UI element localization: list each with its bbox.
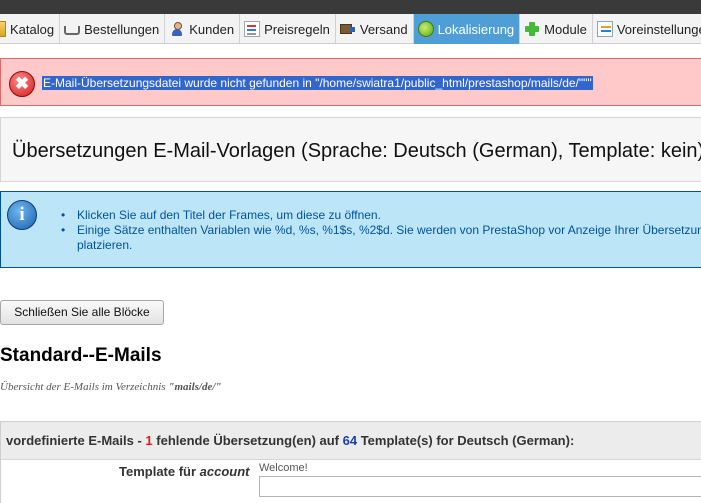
info-item: Klicken Sie auf den Titel der Frames, um… [61, 208, 701, 223]
error-icon: ✖ [9, 71, 35, 97]
close-all-blocks-button[interactable]: Schließen Sie alle Blöcke [0, 300, 164, 325]
preferences-icon [596, 21, 613, 37]
page-title-box: Übersetzungen E-Mail-Vorlagen (Sprache: … [0, 117, 701, 182]
tab-versand[interactable]: Versand [336, 14, 414, 44]
user-icon [169, 21, 185, 37]
info-item: Einige Sätze enthalten Variablen wie %d,… [61, 223, 701, 253]
overview-path: "mails/de/" [168, 381, 222, 393]
template-label: Template für account [119, 464, 250, 479]
cart-icon [64, 25, 81, 35]
info-item-text-wrap: platzieren. [77, 238, 133, 252]
tab-bestellungen[interactable]: Bestellungen [60, 14, 166, 44]
header-suffix: Template(s) for Deutsch (German): [357, 433, 575, 448]
globe-icon [417, 21, 434, 37]
template-count: 64 [342, 433, 358, 448]
tab-module[interactable]: Module [520, 14, 593, 44]
tab-label: Preisregeln [264, 21, 330, 37]
tab-label: Katalog [10, 21, 55, 37]
error-message-box: ✖ E-Mail-Übersetzungsdatei wurde nicht g… [0, 58, 701, 106]
info-item-text: Klicken Sie auf den Titel der Frames, um… [77, 208, 381, 222]
overview-prefix: Übersicht der E-Mails im Verzeichnis [0, 381, 169, 393]
header-prefix: vordefinierte E-Mails - [6, 433, 146, 448]
tab-katalog[interactable]: Katalog [0, 14, 61, 44]
tab-lokalisierung[interactable]: Lokalisierung [413, 14, 521, 44]
main-nav: Katalog Bestellungen Kunden Preisregeln … [0, 14, 701, 44]
error-text: E-Mail-Übersetzungsdatei wurde nicht gef… [42, 76, 593, 90]
tab-label: Module [544, 21, 587, 37]
mail-panel: vordefinierte E-Mails - 1 fehlende Übers… [0, 421, 701, 503]
tab-label: Bestellungen [84, 21, 160, 37]
section-heading: Standard--E-Mails [0, 345, 162, 366]
info-icon: i [7, 200, 37, 230]
template-subject: Welcome! [259, 462, 308, 474]
template-subject-input[interactable] [259, 476, 701, 497]
header-middle: fehlende Übersetzung(en) auf [152, 433, 343, 448]
info-item-text: Einige Sätze enthalten Variablen wie %d,… [77, 223, 701, 237]
tab-preisregeln[interactable]: Preisregeln [240, 14, 336, 44]
truck-icon [339, 21, 356, 37]
info-list: Klicken Sie auf den Titel der Frames, um… [61, 208, 701, 253]
mail-panel-header-text: vordefinierte E-Mails - 1 fehlende Übers… [6, 433, 574, 448]
mails-overview-caption: Übersicht der E-Mails im Verzeichnis "ma… [0, 381, 222, 393]
mail-panel-header[interactable]: vordefinierte E-Mails - 1 fehlende Übers… [1, 422, 701, 460]
price-rules-icon [244, 21, 261, 37]
tab-label: Voreinstellungen [616, 21, 701, 37]
tab-label: Kunden [189, 21, 235, 37]
template-name: account [199, 464, 250, 479]
page-title: Übersetzungen E-Mail-Vorlagen (Sprache: … [12, 140, 701, 162]
missing-count: 1 [145, 433, 153, 448]
tab-label: Lokalisierung [437, 21, 515, 37]
puzzle-plus-icon [524, 21, 540, 37]
info-box: i Klicken Sie auf den Titel der Frames, … [0, 191, 701, 268]
top-bar [0, 0, 701, 14]
tab-voreinstellungen[interactable]: Voreinstellungen [593, 14, 701, 44]
tab-label: Versand [359, 21, 408, 37]
page: Katalog Bestellungen Kunden Preisregeln … [0, 0, 701, 503]
tab-kunden[interactable]: Kunden [165, 14, 241, 44]
folder-icon [0, 21, 6, 37]
template-label-prefix: Template für [119, 464, 200, 479]
